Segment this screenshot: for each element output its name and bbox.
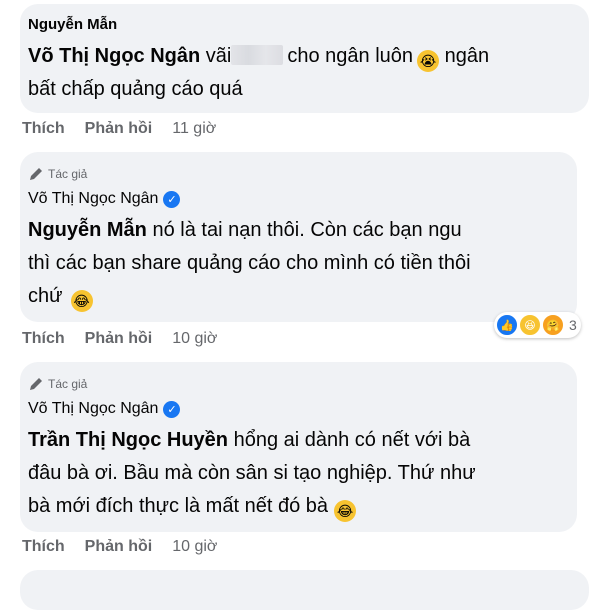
comment-text-line: chứ 😂	[28, 280, 93, 313]
comment-author[interactable]: Võ Thị Ngọc Ngân ✓	[28, 400, 181, 418]
author-tag: Tác giả	[28, 166, 87, 182]
comment-text-line: Trần Thị Ngọc Huyền hổng ai dành có nết …	[28, 429, 471, 451]
like-button[interactable]: Thích	[22, 538, 65, 556]
reply-button[interactable]: Phản hồi	[85, 120, 153, 138]
comment-text-line: Nguyễn Mẫn nó là tai nạn thôi. Còn các b…	[28, 219, 462, 241]
haha-reaction-icon: 😆	[519, 314, 541, 336]
care-reaction-icon: 🤗	[542, 314, 564, 336]
comment-timestamp[interactable]: 11 giờ	[172, 120, 216, 138]
comment-text-line: Võ Thị Ngọc Ngân vãi cho ngân luôn 😭 ngân	[28, 40, 489, 73]
comment-text-line: bất chấp quảng cáo quá	[28, 78, 243, 100]
comment-timestamp[interactable]: 10 giờ	[172, 330, 217, 348]
comment-author[interactable]: Nguyễn Mẫn	[28, 16, 117, 33]
comment-text-line: thì các bạn share quảng cáo cho mình có …	[28, 252, 471, 274]
reaction-count: 3	[569, 317, 577, 333]
laughing-emoji-icon: 😂	[70, 290, 93, 312]
mention[interactable]: Võ Thị Ngọc Ngân	[28, 45, 200, 67]
comment-text-line: bà mới đích thực là mất nết đó bà 😂	[28, 490, 356, 523]
like-button[interactable]: Thích	[22, 330, 65, 348]
like-reaction-icon: 👍	[496, 314, 518, 336]
laughing-emoji-icon: 😂	[334, 500, 356, 522]
author-tag: Tác giả	[28, 376, 87, 392]
comment-text-line: đâu bà ơi. Bầu mà còn sân si tạo nghiệp.…	[28, 462, 476, 484]
pencil-icon	[30, 378, 42, 390]
verified-badge-icon: ✓	[163, 190, 181, 208]
comment-actions: Thích Phản hồi 11 giờ	[22, 120, 216, 138]
comment-actions: Thích Phản hồi 10 giờ	[22, 538, 217, 556]
reaction-summary[interactable]: 👍 😆 🤗 3	[494, 312, 581, 338]
mention[interactable]: Nguyễn Mẫn	[28, 219, 147, 241]
verified-badge-icon: ✓	[163, 400, 181, 418]
crying-emoji-icon: 😭	[417, 50, 440, 72]
reply-button[interactable]: Phản hồi	[85, 538, 153, 556]
comment-bubble	[20, 570, 589, 610]
mention[interactable]: Trần Thị Ngọc Huyền	[28, 429, 228, 451]
comment-author[interactable]: Võ Thị Ngọc Ngân ✓	[28, 190, 181, 208]
comment-timestamp[interactable]: 10 giờ	[172, 538, 217, 556]
blurred-word	[231, 45, 284, 65]
reply-button[interactable]: Phản hồi	[85, 330, 153, 348]
comment-actions: Thích Phản hồi 10 giờ	[22, 330, 217, 348]
like-button[interactable]: Thích	[22, 120, 65, 138]
pencil-icon	[30, 168, 42, 180]
